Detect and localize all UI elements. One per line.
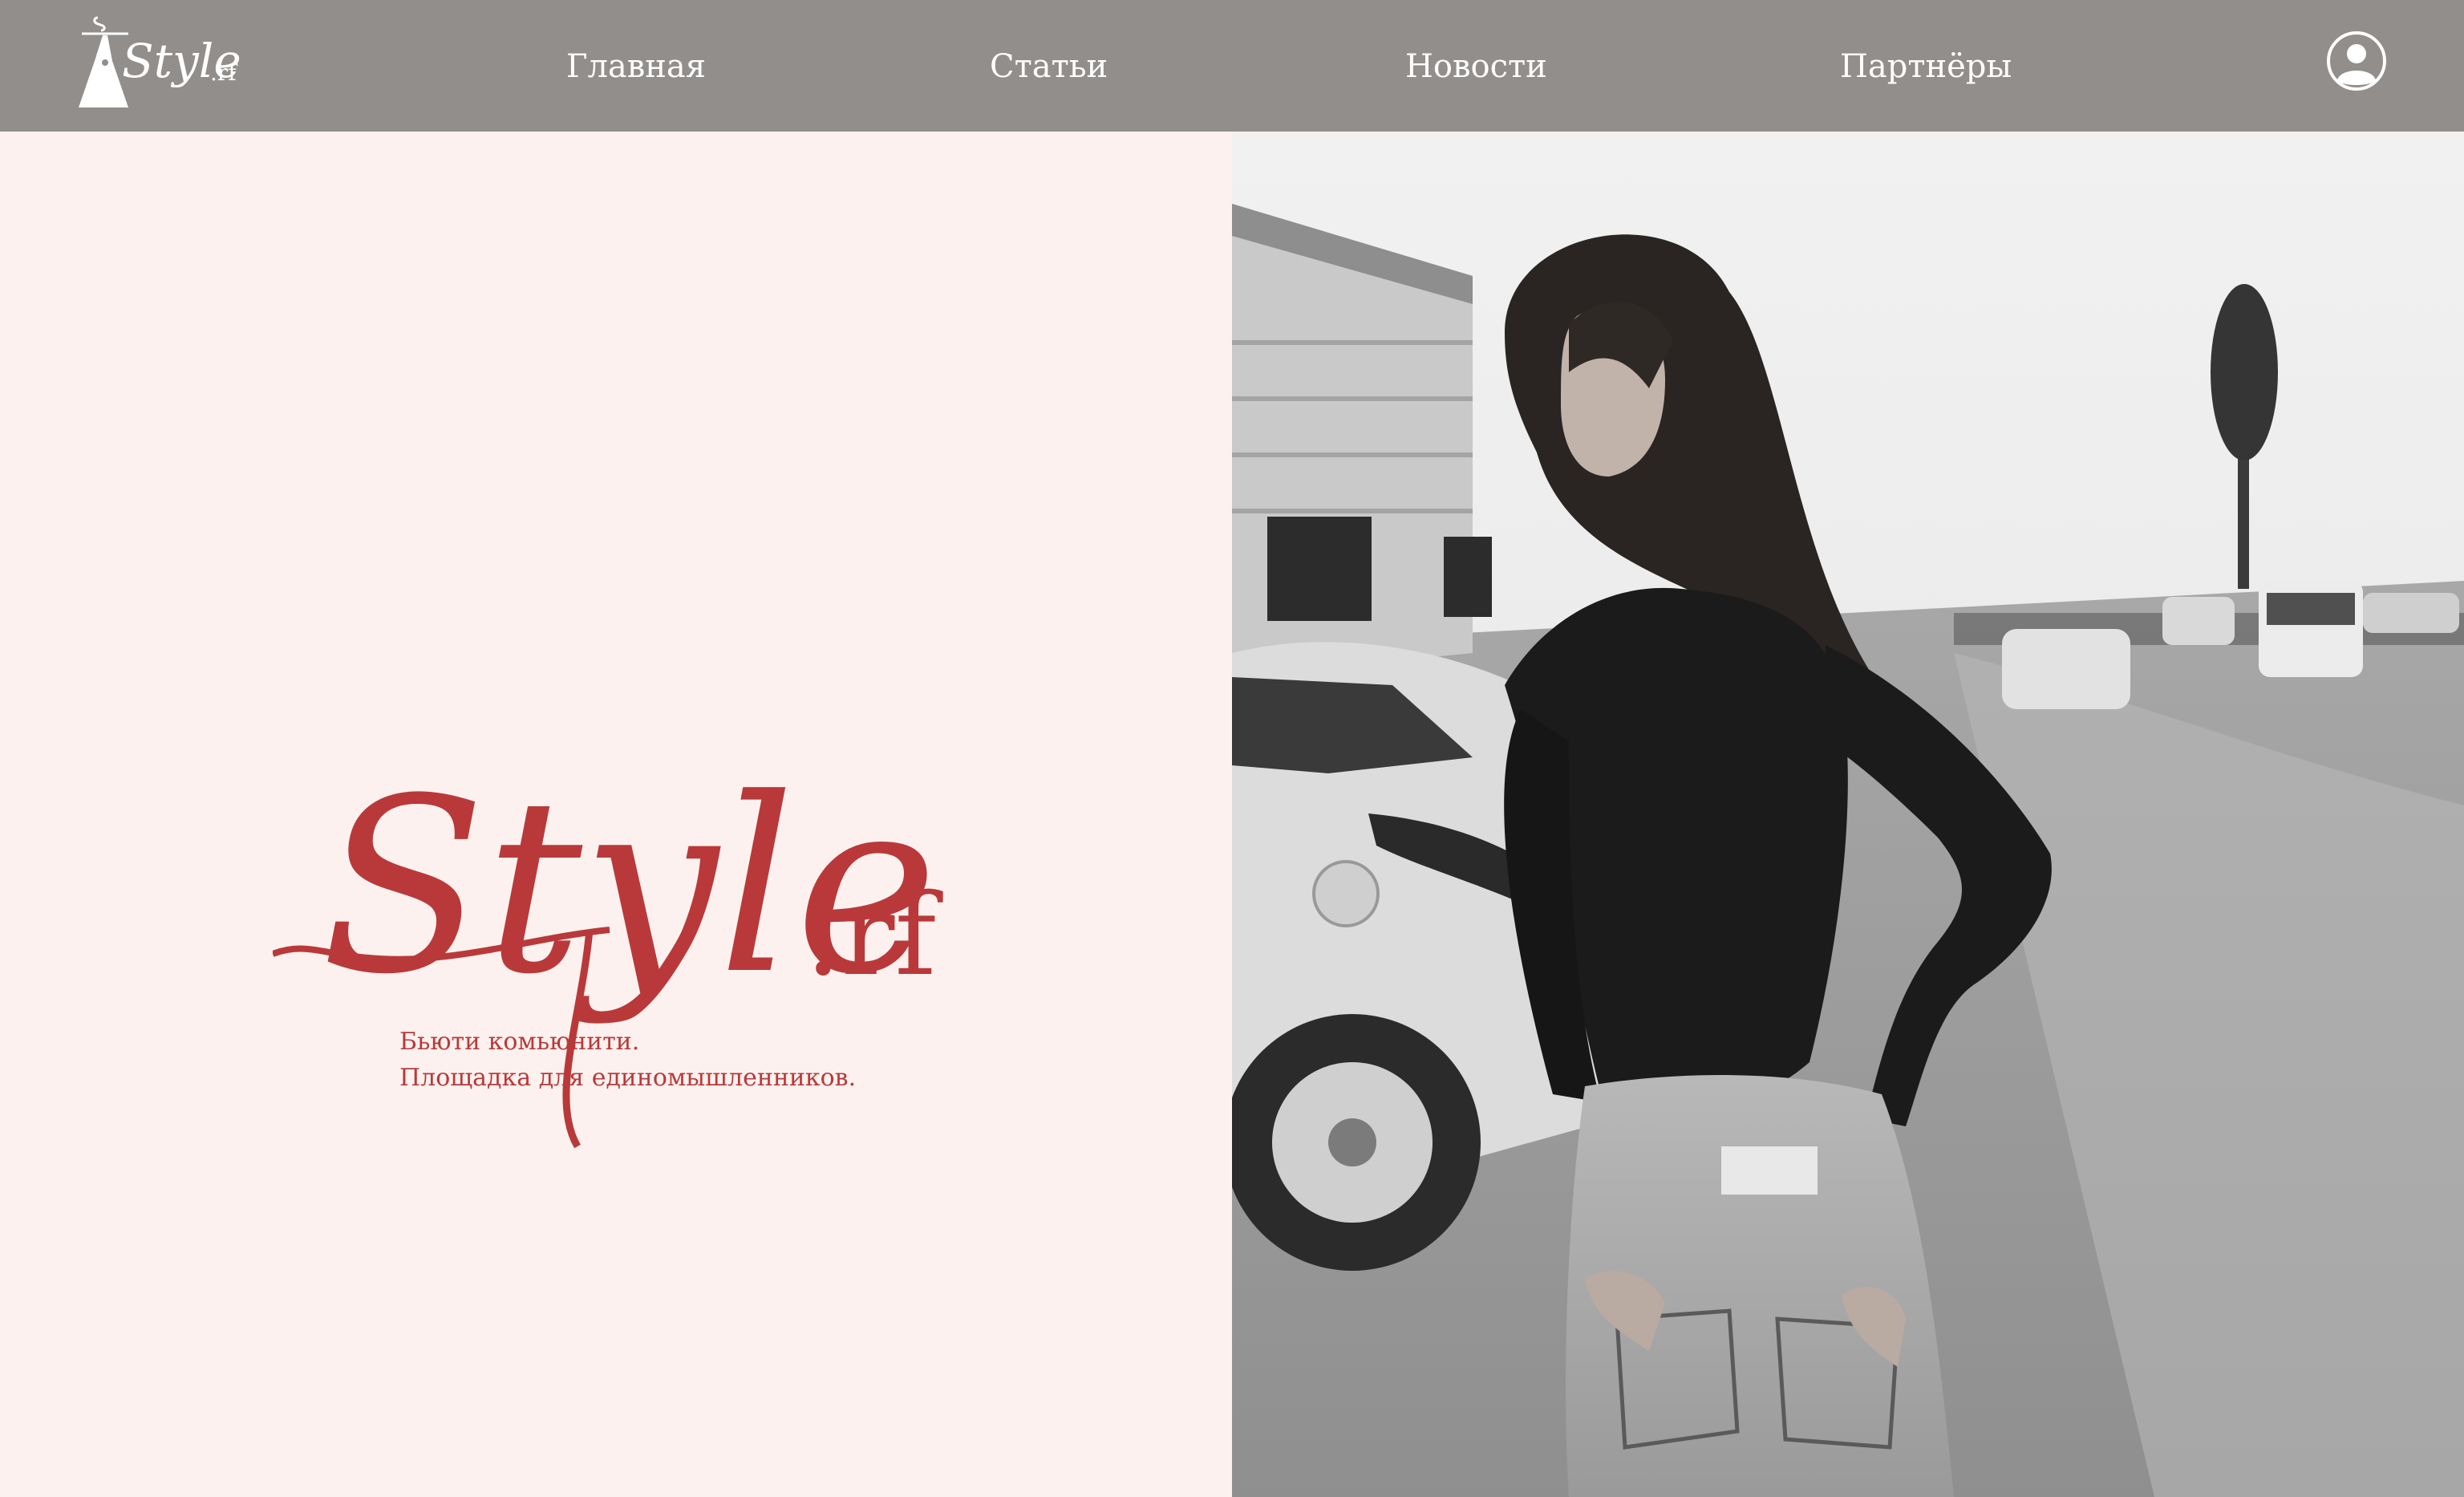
nav-item-partners[interactable]: Партнёры [1840,47,2012,87]
woman-photo-image [1232,132,2464,1497]
hero-tagline: Бьюти комьюнити. Площадка для единомышле… [399,1024,856,1096]
tagline-line-1: Бьюти комьюнити. [399,1028,640,1056]
tagline-line-2: Площадка для единомышленников. [399,1064,857,1092]
user-avatar-icon [2327,31,2386,91]
hero-photo [1232,132,2464,1497]
top-navigation-bar: Style .rf Главная Статьи Новости Партнёр… [0,0,2464,132]
hero-wordmark-suffix: .rf [805,870,943,1001]
profile-button[interactable] [2326,30,2387,91]
site-logo[interactable]: Style .rf [72,13,245,112]
nav-item-home[interactable]: Главная [566,47,706,87]
logo-suffix: .rf [210,59,238,86]
hero-brand-panel: Style .rf Бьюти комьюнити. Площадка для … [0,132,1232,1497]
nav-item-articles[interactable]: Статьи [990,47,1108,87]
dress-logo-icon: Style .rf [79,16,241,108]
nav-item-news[interactable]: Новости [1405,47,1547,87]
